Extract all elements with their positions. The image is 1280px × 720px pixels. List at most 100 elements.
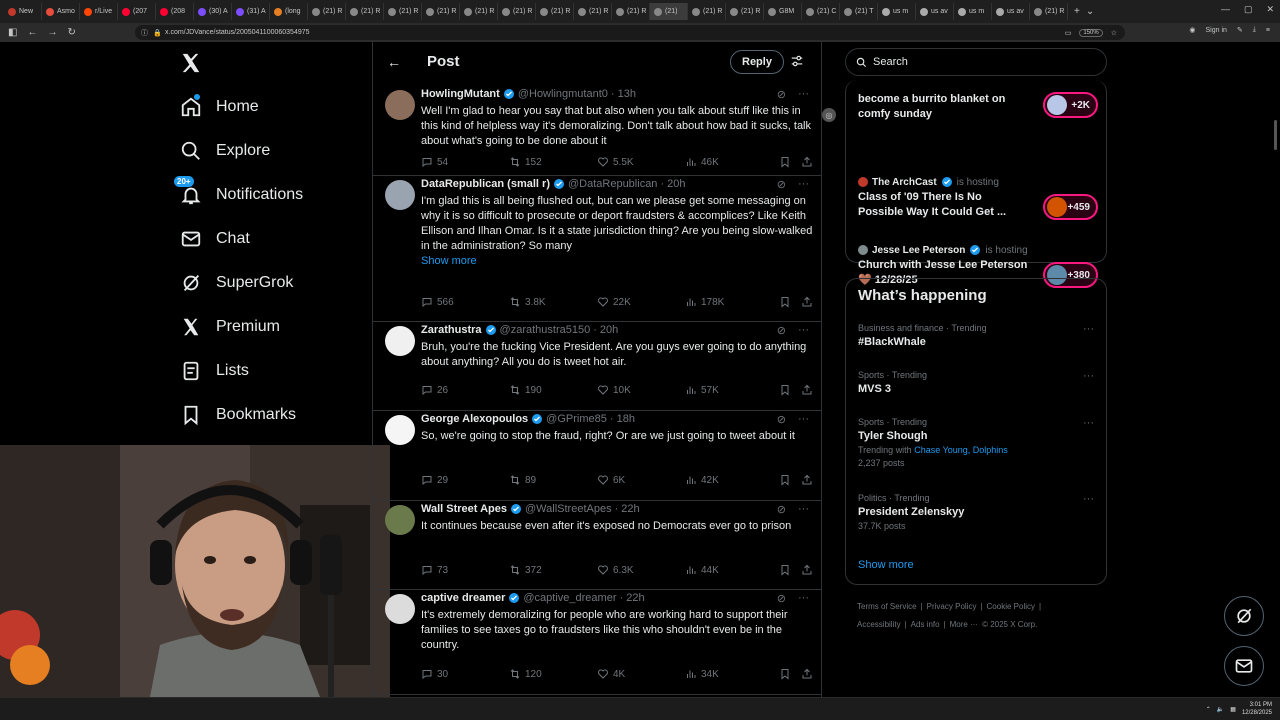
views-action[interactable]: 57K (685, 384, 773, 396)
browser-tab[interactable]: r/Live (80, 3, 118, 20)
browser-tab[interactable]: (21) R (422, 3, 460, 20)
bookmark-action[interactable] (779, 474, 791, 486)
reply-button[interactable]: Reply (730, 50, 784, 74)
reply-time[interactable]: · 20h (660, 178, 685, 190)
more-icon[interactable]: ··· (798, 88, 809, 101)
grok-icon[interactable]: ⊘ (777, 88, 786, 101)
like-action[interactable]: 4K (597, 668, 685, 680)
bookmark-action[interactable] (779, 384, 791, 396)
reply-item[interactable]: DataRepublican (small r) @DataRepublican ·… (373, 176, 821, 322)
views-action[interactable]: 178K (685, 296, 773, 308)
maximize-icon[interactable]: ▢ (1244, 4, 1253, 15)
browser-tab[interactable]: us av (992, 3, 1030, 20)
browser-tab[interactable]: (21) R (688, 3, 726, 20)
bookmark-action[interactable] (779, 668, 791, 680)
show-more-trends-link[interactable]: Show more (858, 559, 914, 571)
tray-chevron-icon[interactable]: ⌃ (1206, 706, 1211, 713)
sliders-icon[interactable] (790, 54, 804, 68)
reply-action[interactable]: 73 (421, 564, 509, 576)
trend-item[interactable]: Business and finance · Trending #BlackWh… (858, 323, 1098, 348)
grok-icon[interactable]: ⊘ (777, 592, 786, 605)
footer-link[interactable]: Terms of Service (857, 602, 917, 611)
like-action[interactable]: 6K (597, 474, 685, 486)
browser-tab[interactable]: (long (270, 3, 308, 20)
repost-action[interactable]: 190 (509, 384, 597, 396)
like-action[interactable]: 10K (597, 384, 685, 396)
share-action[interactable] (801, 156, 813, 168)
browser-tab[interactable]: us m (878, 3, 916, 20)
browser-tab[interactable]: (30) A (194, 3, 232, 20)
author-name[interactable]: DataRepublican (small r) (421, 178, 550, 190)
author-handle[interactable]: @GPrime85 (546, 413, 607, 425)
screen-icon[interactable]: ▭ (1065, 29, 1072, 37)
browser-tab[interactable]: (21) C (802, 3, 840, 20)
browser-tab[interactable]: (21) R (346, 3, 384, 20)
more-icon[interactable]: ··· (798, 413, 809, 426)
menu-icon[interactable]: ≡ (1266, 27, 1270, 34)
more-icon[interactable]: ··· (798, 178, 809, 191)
close-window-icon[interactable]: ✕ (1266, 4, 1274, 15)
nav-explore[interactable]: Explore (180, 140, 270, 162)
browser-tab[interactable]: (31) A (232, 3, 270, 20)
url-field[interactable]: ⓘ 🔒 x.com/JDVance/status/200504110006035… (135, 25, 1125, 40)
browser-tab[interactable]: New (4, 3, 42, 20)
back-arrow-icon[interactable]: ← (387, 54, 401, 70)
reply-item[interactable]: captive dreamer @captive_dreamer · 22h ⊘ ···… (373, 590, 821, 695)
grok-icon[interactable]: ⊘ (777, 178, 786, 191)
author-name[interactable]: George Alexopoulos (421, 413, 528, 425)
back-icon[interactable]: ← (27, 27, 37, 38)
grok-icon[interactable]: ⊘ (777, 324, 786, 337)
sidebar-toggle-icon[interactable]: ◧ (8, 27, 17, 38)
avatar[interactable] (385, 594, 415, 624)
author-handle[interactable]: @Howlingmutant0 (518, 88, 608, 100)
author-name[interactable]: captive dreamer (421, 592, 505, 604)
browser-tab[interactable]: (21) R (726, 3, 764, 20)
reply-time[interactable]: · 22h (620, 592, 645, 604)
reply-action[interactable]: 54 (421, 156, 509, 168)
share-action[interactable] (801, 296, 813, 308)
nav-bookmarks[interactable]: Bookmarks (180, 404, 296, 426)
reply-action[interactable]: 26 (421, 384, 509, 396)
trend-item[interactable]: Sports · Trending MVS 3 ··· (858, 370, 1098, 395)
footer-link[interactable]: © 2025 X Corp. (982, 620, 1037, 629)
downloads-icon[interactable]: ⤓ (1253, 26, 1256, 34)
more-icon[interactable]: ··· (798, 503, 809, 516)
bookmark-action[interactable] (779, 296, 791, 308)
views-action[interactable]: 46K (685, 156, 773, 168)
trend-item[interactable]: Sports · Trending Tyler Shough Trending … (858, 417, 1098, 468)
network-icon[interactable]: ▦ (1230, 706, 1236, 713)
minimize-icon[interactable]: — (1221, 4, 1230, 15)
browser-tab[interactable]: G8M (764, 3, 802, 20)
trend-related-links[interactable]: Chase Young, Dolphins (914, 445, 1008, 455)
repost-action[interactable]: 89 (509, 474, 597, 486)
views-action[interactable]: 34K (685, 668, 773, 680)
nav-lists[interactable]: Lists (180, 360, 249, 382)
share-action[interactable] (801, 668, 813, 680)
views-action[interactable]: 44K (685, 564, 773, 576)
space-item[interactable]: The ArchCast is hosting Class of '09 Ther… (858, 176, 1098, 220)
profile-icon[interactable]: ◉ (1189, 26, 1195, 34)
zoom-level[interactable]: 150% (1079, 28, 1103, 37)
forward-icon[interactable]: → (47, 27, 57, 38)
bookmark-action[interactable] (779, 156, 791, 168)
browser-tab[interactable]: Asmo (42, 3, 80, 20)
author-name[interactable]: Zarathustra (421, 324, 482, 336)
browser-tab[interactable]: (21) R (612, 3, 650, 20)
browser-tab[interactable]: us av (916, 3, 954, 20)
more-icon[interactable]: ··· (1083, 323, 1094, 335)
repost-action[interactable]: 3.8K (509, 296, 597, 308)
more-icon[interactable]: ··· (798, 592, 809, 605)
nav-premium[interactable]: Premium (180, 316, 280, 338)
browser-tab[interactable]: (21) T (840, 3, 878, 20)
search-input[interactable]: Search (845, 48, 1107, 76)
footer-link[interactable]: Privacy Policy (927, 602, 977, 611)
space-item[interactable]: become a burrito blanket on comfy sunday… (858, 90, 1098, 122)
like-action[interactable]: 5.5K (597, 156, 685, 168)
reply-action[interactable]: 29 (421, 474, 509, 486)
grok-icon[interactable]: ⊘ (777, 503, 786, 516)
reload-icon[interactable]: ↻ (67, 27, 75, 38)
nav-home[interactable]: Home (180, 94, 259, 118)
browser-tab[interactable]: (21) (650, 3, 688, 20)
bookmark-star-icon[interactable]: ☆ (1111, 29, 1117, 37)
author-name[interactable]: Wall Street Apes (421, 503, 507, 515)
